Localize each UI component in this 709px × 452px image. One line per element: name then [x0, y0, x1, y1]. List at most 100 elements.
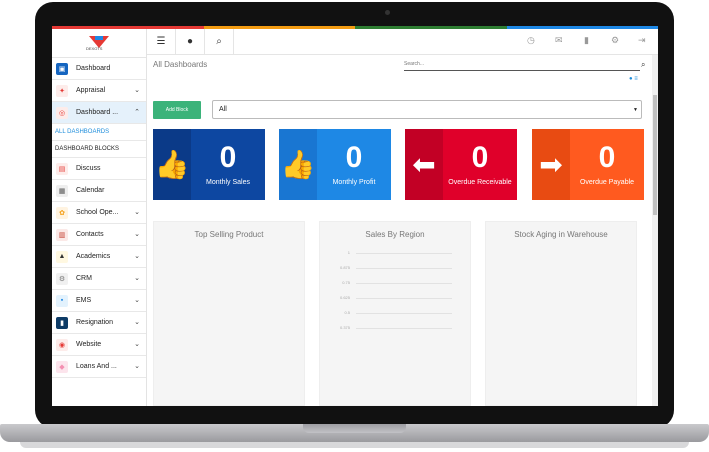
laptop-shadow [20, 442, 689, 448]
sidebar-item-school-operations[interactable]: ✿ School Ope... ⌄ [52, 202, 146, 224]
sidebar-item-loans[interactable]: ◆ Loans And ... ⌄ [52, 356, 146, 378]
sidebar-subitem-dashboard-blocks[interactable]: DASHBOARD BLOCKS [52, 141, 146, 158]
contacts-icon: ▥ [56, 228, 68, 241]
crm-icon: ⚙ [56, 272, 68, 285]
add-block-button[interactable]: Add Block [153, 101, 201, 119]
main-content: All Dashboards Search... ⌕ ● ≡ Add Block… [147, 55, 652, 406]
camera [385, 10, 390, 15]
search-toggle-button[interactable]: ⌕ [205, 29, 234, 54]
resignation-icon: ▮ [56, 316, 68, 329]
user-button[interactable]: ● [176, 29, 205, 54]
card-label: Overdue Receivable [448, 179, 512, 186]
card-monthly-profit[interactable]: 👍 0 Monthly Profit [279, 129, 391, 200]
top-bar: ☰ ● ⌕ ◷ ✉ ▮ ⚙ ⇥ [147, 29, 658, 55]
menu-button[interactable]: ☰ [147, 29, 176, 54]
gridline [356, 253, 452, 254]
panel-title: Sales By Region [365, 230, 425, 239]
card-overdue-receivable[interactable]: ⬅ 0 Overdue Receivable [405, 129, 517, 200]
view-toggle-icons[interactable]: ● ≡ [629, 76, 638, 82]
sidebar-item-discuss[interactable]: ▤ Discuss [52, 158, 146, 180]
sidebar-item-calendar[interactable]: ▦ Calendar [52, 180, 146, 202]
panel-title: Top Selling Product [194, 230, 264, 239]
sidebar-item-academics[interactable]: ▲ Academics ⌄ [52, 246, 146, 268]
settings-icon[interactable]: ⚙ [611, 35, 619, 46]
discuss-icon: ▤ [56, 162, 68, 175]
laptop-notch [303, 424, 406, 433]
axis-tick: 0.375 [339, 325, 350, 330]
hamburger-icon: ☰ [156, 36, 166, 47]
chat-icon[interactable]: ✉ [555, 35, 563, 46]
sidebar-item-contacts[interactable]: ▥ Contacts ⌄ [52, 224, 146, 246]
axis-tick: 0.625 [339, 295, 350, 300]
logout-icon[interactable]: ⇥ [638, 35, 646, 46]
panel-title: Stock Aging in Warehouse [514, 230, 608, 239]
website-icon: ◉ [56, 338, 68, 351]
gridline [356, 298, 452, 299]
search-input[interactable]: Search... [404, 61, 640, 71]
clock-icon[interactable]: ◷ [527, 35, 535, 46]
bookmark-icon[interactable]: ▮ [584, 35, 589, 46]
scrollbar[interactable] [652, 55, 658, 406]
dashboard-select[interactable]: All ▼ [212, 100, 642, 119]
sidebar-item-label: Discuss [76, 165, 101, 172]
card-value: 0 [471, 141, 489, 174]
app-logo[interactable] [52, 29, 146, 58]
card-value: 0 [345, 141, 363, 174]
gridline [356, 268, 452, 269]
thumbs-up-icon: 👍 [153, 129, 191, 200]
chevron-down-icon: ⌄ [134, 319, 140, 326]
axis-tick: 0.5 [344, 310, 350, 315]
sidebar-item-appraisal[interactable]: ✦ Appraisal ⌄ [52, 80, 146, 102]
card-value: 0 [598, 141, 616, 174]
loans-icon: ◆ [56, 360, 68, 373]
arrow-left-icon: ⬅ [405, 129, 443, 200]
appraisal-icon: ✦ [56, 84, 68, 97]
chevron-down-icon: ⌄ [134, 363, 140, 370]
chevron-down-icon: ⌄ [134, 209, 140, 216]
sidebar-item-label: Website [76, 341, 102, 348]
app-screen: DEXOTS ▣ Dashboard ✦ Appraisal ⌄ ◎ Dashb… [52, 26, 658, 406]
scrollbar-thumb[interactable] [653, 95, 657, 215]
caret-down-icon: ▼ [633, 107, 638, 113]
user-icon: ● [186, 36, 194, 47]
sidebar-item-label: Dashboard [76, 65, 111, 72]
gridline [356, 313, 452, 314]
card-overdue-payable[interactable]: ➡ 0 Overdue Payable [532, 129, 644, 200]
chevron-down-icon: ⌄ [134, 231, 140, 238]
gridline [356, 283, 452, 284]
logo-text: DEXOTS [86, 46, 103, 51]
sidebar-item-label: Academics [76, 253, 111, 260]
axis-tick: 0.75 [342, 280, 350, 285]
page-title: All Dashboards [153, 60, 208, 69]
panel-top-selling-product: Top Selling Product [153, 221, 305, 406]
dashboard-icon: ▣ [56, 62, 68, 75]
card-value: 0 [219, 141, 237, 174]
card-label: Monthly Profit [332, 179, 376, 186]
card-label: Monthly Sales [206, 179, 250, 186]
dashboard-select-value: All [219, 106, 227, 113]
chevron-down-icon: ⌄ [134, 275, 140, 282]
panel-sales-by-region: Sales By Region 1 0.875 0.75 0.625 0.5 0… [319, 221, 471, 406]
axis-tick: 0.875 [339, 265, 350, 270]
sidebar-item-ems[interactable]: ▪ EMS ⌄ [52, 290, 146, 312]
sidebar-item-label: CRM [76, 275, 92, 282]
sidebar-item-label: Resignation [76, 319, 113, 326]
sidebar-subitem-all-dashboards[interactable]: ALL DASHBOARDS [52, 124, 146, 141]
chevron-down-icon: ⌄ [134, 341, 140, 348]
dashboard-nav-icon: ◎ [56, 106, 68, 119]
sidebar-item-dashboards[interactable]: ◎ Dashboard ... ⌃ [52, 102, 146, 124]
sidebar-item-label: School Ope... [76, 209, 119, 216]
chevron-up-icon: ⌃ [134, 109, 140, 116]
sidebar-item-dashboard[interactable]: ▣ Dashboard [52, 58, 146, 80]
sidebar-item-website[interactable]: ◉ Website ⌄ [52, 334, 146, 356]
card-monthly-sales[interactable]: 👍 0 Monthly Sales [153, 129, 265, 200]
search-icon[interactable]: ⌕ [641, 60, 645, 70]
panel-stock-aging: Stock Aging in Warehouse [485, 221, 637, 406]
arrow-right-icon: ➡ [532, 129, 570, 200]
sidebar-item-label: Appraisal [76, 87, 106, 94]
card-label: Overdue Payable [579, 179, 635, 186]
sidebar-item-label: Loans And ... [76, 363, 117, 370]
sidebar-item-crm[interactable]: ⚙ CRM ⌄ [52, 268, 146, 290]
sidebar-item-resignation[interactable]: ▮ Resignation ⌄ [52, 312, 146, 334]
academics-icon: ▲ [56, 250, 68, 263]
